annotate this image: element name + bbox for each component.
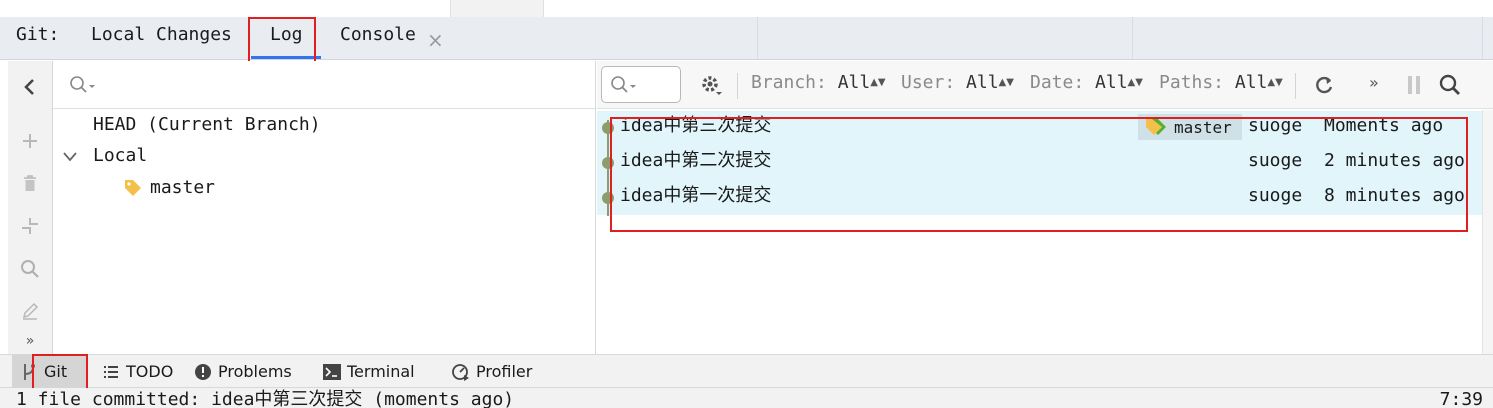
log-tab-highlight: [248, 17, 316, 64]
close-tab-icon[interactable]: ×: [427, 30, 444, 50]
gear-icon[interactable]: [699, 73, 723, 97]
head-branch-node[interactable]: HEAD (Current Branch): [93, 114, 321, 136]
terminal-tool-button[interactable]: Terminal: [323, 355, 415, 388]
compare-icon[interactable]: [18, 214, 42, 238]
chevron-down-icon[interactable]: [63, 152, 77, 162]
problems-icon: [194, 363, 212, 381]
profiler-icon: [452, 363, 470, 381]
status-bar: 1 file committed: idea中第三次提交 (moments ag…: [0, 388, 1493, 408]
tab-local-changes[interactable]: Local Changes: [91, 24, 232, 46]
branch-tag-icon: [125, 180, 141, 196]
pause-icon[interactable]: [1407, 74, 1421, 96]
tool-window-header: Git: Local Changes Log Console ×: [0, 17, 1493, 60]
branch-filter[interactable]: Branch: All▲▼: [751, 72, 886, 94]
editor-tab-stub[interactable]: [450, 0, 544, 17]
branches-toolbar: »: [8, 61, 53, 354]
branches-panel: HEAD (Current Branch) Local master: [53, 61, 596, 354]
status-message[interactable]: 1 file committed: idea中第三次提交 (moments ag…: [16, 388, 514, 408]
tab-console[interactable]: Console: [340, 24, 416, 46]
log-scrollbar[interactable]: [1482, 110, 1493, 354]
date-filter[interactable]: Date: All▲▼: [1030, 72, 1143, 94]
collapse-left-icon[interactable]: [18, 75, 42, 99]
search-icon: [70, 76, 95, 93]
log-search-input[interactable]: [601, 66, 681, 103]
search-icon[interactable]: [1438, 73, 1462, 97]
list-icon: [102, 363, 120, 381]
todo-tool-button[interactable]: TODO: [102, 355, 173, 388]
edit-icon[interactable]: [18, 299, 42, 323]
status-time[interactable]: 7:39: [1440, 388, 1483, 408]
branch-search-field[interactable]: [53, 61, 595, 109]
paths-filter[interactable]: Paths: All▲▼: [1159, 72, 1283, 94]
refresh-icon[interactable]: [1313, 74, 1335, 96]
more-icon[interactable]: »: [18, 329, 42, 353]
commits-highlight: [610, 117, 1468, 232]
user-filter[interactable]: User: All▲▼: [901, 72, 1014, 94]
search-icon: [611, 76, 636, 93]
log-toolbar: Branch: All▲▼ User: All▲▼ Date: All▲▼ Pa…: [597, 61, 1493, 109]
local-branches-node[interactable]: Local: [93, 145, 147, 167]
tool-window-title: Git:: [16, 24, 60, 45]
more-icon[interactable]: »: [1369, 73, 1379, 92]
problems-tool-button[interactable]: Problems: [194, 355, 292, 388]
add-branch-icon[interactable]: [18, 129, 42, 153]
profiler-tool-button[interactable]: Profiler: [452, 355, 532, 388]
git-tool-highlight: [32, 354, 88, 390]
delete-icon[interactable]: [18, 171, 42, 195]
terminal-icon: [323, 363, 341, 381]
branch-item-master[interactable]: master: [150, 177, 215, 199]
editor-tab-strip: [0, 0, 1493, 17]
search-icon[interactable]: [18, 257, 42, 281]
tool-window-bar: Git TODO Problems Terminal Profiler: [0, 354, 1493, 388]
